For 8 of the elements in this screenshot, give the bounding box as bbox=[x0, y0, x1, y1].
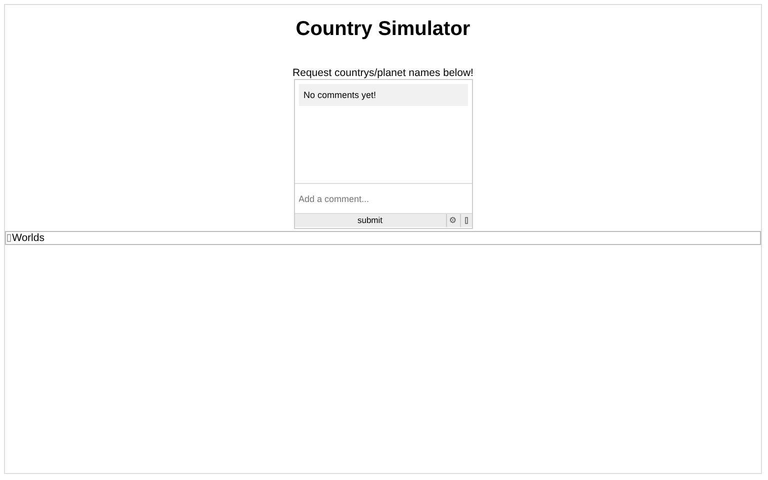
menu-button[interactable] bbox=[460, 214, 472, 227]
empty-message: No comments yet! bbox=[298, 84, 468, 106]
prompt-text: Request countrys/planet names below! bbox=[292, 67, 474, 79]
rectangle-icon bbox=[464, 217, 468, 224]
worlds-label: Worlds bbox=[12, 232, 44, 244]
submit-button[interactable]: submit bbox=[294, 214, 446, 227]
page-title: Country Simulator bbox=[296, 18, 470, 40]
settings-button[interactable]: ⚙ bbox=[446, 214, 460, 227]
